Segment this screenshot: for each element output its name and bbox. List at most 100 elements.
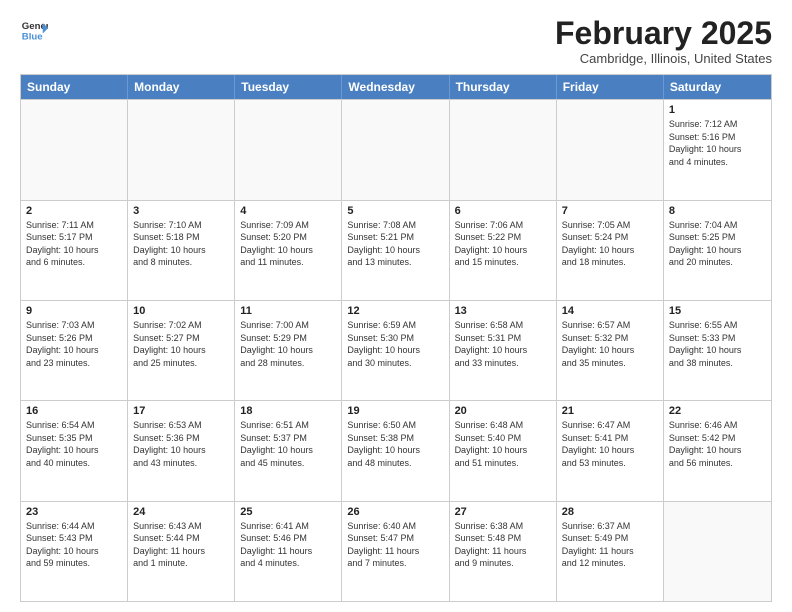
calendar-cell: [664, 502, 771, 601]
calendar-cell: 20Sunrise: 6:48 AM Sunset: 5:40 PM Dayli…: [450, 401, 557, 500]
calendar-cell: 13 Sunrise: 6:58 AM Sunset: 5:31 PM Dayli…: [450, 301, 557, 400]
calendar-cell: 5 Sunrise: 7:08 AM Sunset: 5:21 PM Daylig…: [342, 201, 449, 300]
calendar-cell: 19 Sunrise: 6:50 AM Sunset: 5:38 PM Dayli…: [342, 401, 449, 500]
day-number: 25: [240, 506, 336, 518]
calendar-row: 9Sunrise: 7:03 AM Sunset: 5:26 PM Daylig…: [21, 300, 771, 400]
day-number: 12: [347, 305, 443, 317]
day-info: Sunrise: 6:37 AM Sunset: 5:49 PM Dayligh…: [562, 520, 658, 570]
day-info: Sunrise: 7:09 AM Sunset: 5:20 PM Dayligh…: [240, 219, 336, 269]
day-info: Sunrise: 6:53 AM Sunset: 5:36 PM Dayligh…: [133, 419, 229, 469]
svg-text:Blue: Blue: [22, 32, 43, 43]
day-number: 15: [669, 305, 766, 317]
day-info: Sunrise: 6:59 AM Sunset: 5:30 PM Dayligh…: [347, 319, 443, 369]
calendar-cell: 18 Sunrise: 6:51 AM Sunset: 5:37 PM Dayli…: [235, 401, 342, 500]
location: Cambridge, Illinois, United States: [555, 51, 772, 66]
calendar-cell: 15 Sunrise: 6:55 AM Sunset: 5:33 PM Dayli…: [664, 301, 771, 400]
day-number: 8: [669, 205, 766, 217]
weekday-header: Friday: [557, 75, 664, 99]
day-number: 16: [26, 405, 122, 417]
day-info: Sunrise: 6:57 AM Sunset: 5:32 PM Dayligh…: [562, 319, 658, 369]
day-info: Sunrise: 6:43 AM Sunset: 5:44 PM Dayligh…: [133, 520, 229, 570]
day-number: 10: [133, 305, 229, 317]
day-number: 20: [455, 405, 551, 417]
day-number: 23: [26, 506, 122, 518]
day-number: 17: [133, 405, 229, 417]
day-info: Sunrise: 6:47 AM Sunset: 5:41 PM Dayligh…: [562, 419, 658, 469]
day-info: Sunrise: 6:58 AM Sunset: 5:31 PM Dayligh…: [455, 319, 551, 369]
calendar-cell: 6 Sunrise: 7:06 AM Sunset: 5:22 PM Daylig…: [450, 201, 557, 300]
logo-icon: General Blue: [20, 16, 48, 44]
day-info: Sunrise: 6:50 AM Sunset: 5:38 PM Dayligh…: [347, 419, 443, 469]
calendar-cell: 1Sunrise: 7:12 AM Sunset: 5:16 PM Daylig…: [664, 100, 771, 199]
calendar-row: 16 Sunrise: 6:54 AM Sunset: 5:35 PM Dayli…: [21, 400, 771, 500]
calendar-cell: [128, 100, 235, 199]
day-info: Sunrise: 6:40 AM Sunset: 5:47 PM Dayligh…: [347, 520, 443, 570]
calendar-header: SundayMondayTuesdayWednesdayThursdayFrid…: [21, 75, 771, 99]
calendar-cell: 17 Sunrise: 6:53 AM Sunset: 5:36 PM Dayli…: [128, 401, 235, 500]
calendar-cell: 25Sunrise: 6:41 AM Sunset: 5:46 PM Dayli…: [235, 502, 342, 601]
day-info: Sunrise: 7:12 AM Sunset: 5:16 PM Dayligh…: [669, 118, 766, 168]
day-info: Sunrise: 7:06 AM Sunset: 5:22 PM Dayligh…: [455, 219, 551, 269]
day-number: 13: [455, 305, 551, 317]
weekday-header: Thursday: [450, 75, 557, 99]
calendar-cell: 11Sunrise: 7:00 AM Sunset: 5:29 PM Dayli…: [235, 301, 342, 400]
day-number: 18: [240, 405, 336, 417]
calendar-cell: 8 Sunrise: 7:04 AM Sunset: 5:25 PM Daylig…: [664, 201, 771, 300]
day-number: 3: [133, 205, 229, 217]
day-number: 22: [669, 405, 766, 417]
day-info: Sunrise: 7:00 AM Sunset: 5:29 PM Dayligh…: [240, 319, 336, 369]
day-info: Sunrise: 6:55 AM Sunset: 5:33 PM Dayligh…: [669, 319, 766, 369]
calendar-cell: 9Sunrise: 7:03 AM Sunset: 5:26 PM Daylig…: [21, 301, 128, 400]
calendar-cell: 7 Sunrise: 7:05 AM Sunset: 5:24 PM Daylig…: [557, 201, 664, 300]
calendar-cell: 10 Sunrise: 7:02 AM Sunset: 5:27 PM Dayli…: [128, 301, 235, 400]
calendar-row: 23 Sunrise: 6:44 AM Sunset: 5:43 PM Dayli…: [21, 501, 771, 601]
day-number: 27: [455, 506, 551, 518]
calendar: SundayMondayTuesdayWednesdayThursdayFrid…: [20, 74, 772, 602]
calendar-cell: [21, 100, 128, 199]
calendar-cell: 16 Sunrise: 6:54 AM Sunset: 5:35 PM Dayli…: [21, 401, 128, 500]
header: General Blue February 2025 Cambridge, Il…: [20, 16, 772, 66]
calendar-cell: [235, 100, 342, 199]
calendar-cell: [450, 100, 557, 199]
day-info: Sunrise: 6:54 AM Sunset: 5:35 PM Dayligh…: [26, 419, 122, 469]
calendar-body: 1Sunrise: 7:12 AM Sunset: 5:16 PM Daylig…: [21, 99, 771, 601]
day-number: 6: [455, 205, 551, 217]
calendar-cell: 24 Sunrise: 6:43 AM Sunset: 5:44 PM Dayli…: [128, 502, 235, 601]
calendar-row: 1Sunrise: 7:12 AM Sunset: 5:16 PM Daylig…: [21, 99, 771, 199]
day-number: 19: [347, 405, 443, 417]
day-info: Sunrise: 7:03 AM Sunset: 5:26 PM Dayligh…: [26, 319, 122, 369]
calendar-cell: 22 Sunrise: 6:46 AM Sunset: 5:42 PM Dayli…: [664, 401, 771, 500]
calendar-cell: 26 Sunrise: 6:40 AM Sunset: 5:47 PM Dayli…: [342, 502, 449, 601]
day-info: Sunrise: 7:10 AM Sunset: 5:18 PM Dayligh…: [133, 219, 229, 269]
weekday-header: Saturday: [664, 75, 771, 99]
day-info: Sunrise: 7:04 AM Sunset: 5:25 PM Dayligh…: [669, 219, 766, 269]
calendar-cell: 4 Sunrise: 7:09 AM Sunset: 5:20 PM Daylig…: [235, 201, 342, 300]
day-info: Sunrise: 6:46 AM Sunset: 5:42 PM Dayligh…: [669, 419, 766, 469]
calendar-cell: 12 Sunrise: 6:59 AM Sunset: 5:30 PM Dayli…: [342, 301, 449, 400]
weekday-header: Sunday: [21, 75, 128, 99]
page: General Blue February 2025 Cambridge, Il…: [0, 0, 792, 612]
calendar-cell: 23 Sunrise: 6:44 AM Sunset: 5:43 PM Dayli…: [21, 502, 128, 601]
weekday-header: Wednesday: [342, 75, 449, 99]
day-info: Sunrise: 6:51 AM Sunset: 5:37 PM Dayligh…: [240, 419, 336, 469]
day-info: Sunrise: 7:02 AM Sunset: 5:27 PM Dayligh…: [133, 319, 229, 369]
calendar-cell: 28 Sunrise: 6:37 AM Sunset: 5:49 PM Dayli…: [557, 502, 664, 601]
calendar-cell: 3 Sunrise: 7:10 AM Sunset: 5:18 PM Daylig…: [128, 201, 235, 300]
day-number: 26: [347, 506, 443, 518]
calendar-cell: [342, 100, 449, 199]
calendar-cell: [557, 100, 664, 199]
day-number: 7: [562, 205, 658, 217]
day-info: Sunrise: 7:08 AM Sunset: 5:21 PM Dayligh…: [347, 219, 443, 269]
day-info: Sunrise: 7:05 AM Sunset: 5:24 PM Dayligh…: [562, 219, 658, 269]
calendar-cell: 14Sunrise: 6:57 AM Sunset: 5:32 PM Dayli…: [557, 301, 664, 400]
day-number: 2: [26, 205, 122, 217]
logo: General Blue: [20, 16, 48, 44]
weekday-header: Monday: [128, 75, 235, 99]
day-number: 24: [133, 506, 229, 518]
day-number: 28: [562, 506, 658, 518]
day-info: Sunrise: 7:11 AM Sunset: 5:17 PM Dayligh…: [26, 219, 122, 269]
day-number: 4: [240, 205, 336, 217]
day-number: 5: [347, 205, 443, 217]
day-info: Sunrise: 6:44 AM Sunset: 5:43 PM Dayligh…: [26, 520, 122, 570]
calendar-cell: 2 Sunrise: 7:11 AM Sunset: 5:17 PM Daylig…: [21, 201, 128, 300]
